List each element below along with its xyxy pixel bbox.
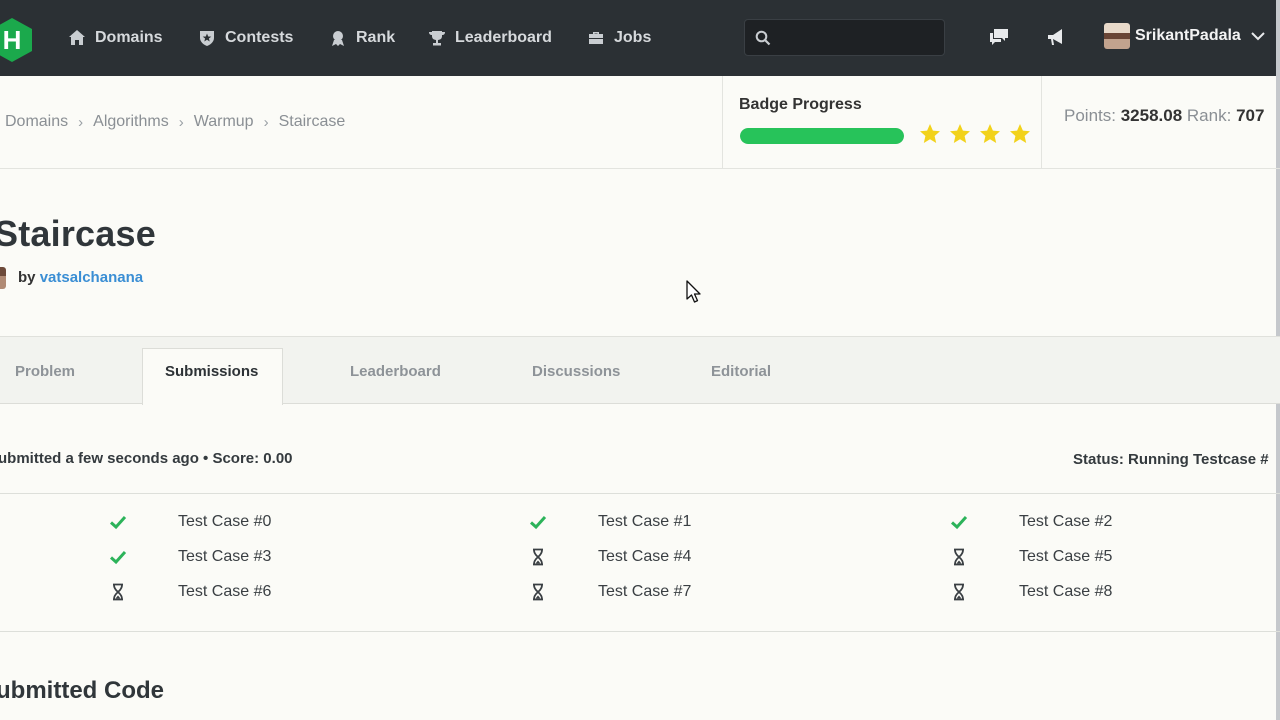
user-avatar[interactable] xyxy=(1104,23,1130,49)
hourglass-icon xyxy=(954,548,964,566)
test-case-label: Test Case #2 xyxy=(1019,513,1113,530)
logo-letter: H xyxy=(3,25,22,55)
nav-domains-label: Domains xyxy=(95,29,163,46)
rank-label: Rank: xyxy=(1186,106,1232,125)
breadcrumb-algorithms[interactable]: Algorithms xyxy=(93,113,169,131)
badge-progress-bar xyxy=(740,128,904,144)
search-icon xyxy=(755,30,771,46)
username[interactable]: SrikantPadala xyxy=(1135,27,1241,45)
points-label: Points: xyxy=(1064,106,1116,125)
nav-leaderboard-label: Leaderboard xyxy=(455,29,552,46)
divider xyxy=(0,493,1280,494)
nav-jobs[interactable]: Jobs xyxy=(587,0,651,76)
nav-leaderboard[interactable]: Leaderboard xyxy=(428,0,552,76)
test-case-label: Test Case #5 xyxy=(1019,548,1113,565)
nav-contests-label: Contests xyxy=(225,29,294,46)
star-icon xyxy=(980,124,1000,143)
nav-jobs-label: Jobs xyxy=(614,29,652,46)
checkmark-icon xyxy=(529,515,547,530)
briefcase-icon xyxy=(589,32,603,44)
star-icon xyxy=(1010,124,1030,143)
submission-meta: ubmitted a few seconds ago • Score: 0.00 xyxy=(0,450,293,467)
badge-progress-fill xyxy=(740,128,904,144)
test-case-label: Test Case #7 xyxy=(598,583,692,600)
author-link[interactable]: vatsalchanana xyxy=(40,269,143,286)
checkmark-icon xyxy=(950,515,968,530)
breadcrumb-staircase: Staircase xyxy=(278,113,346,130)
rank-value: 707 xyxy=(1236,106,1265,125)
top-navbar: H Domains Contests Rank Leaderboard Jobs… xyxy=(0,0,1280,76)
messages-icon[interactable] xyxy=(988,26,1010,48)
search-input[interactable] xyxy=(781,26,937,50)
badge-stars xyxy=(918,122,1032,146)
home-icon xyxy=(69,30,85,45)
trophy-icon xyxy=(429,31,445,46)
notifications-megaphone-icon[interactable] xyxy=(1045,26,1067,48)
test-case-label: Test Case #6 xyxy=(178,583,272,600)
test-case-label: Test Case #3 xyxy=(178,548,272,565)
breadcrumb: Domains › Algorithms › Warmup › Staircas… xyxy=(5,113,345,131)
search-box[interactable] xyxy=(744,19,945,56)
test-case-label: Test Case #0 xyxy=(178,513,272,530)
mouse-cursor-icon xyxy=(686,280,701,303)
divider xyxy=(0,631,1280,632)
test-case-label: Test Case #8 xyxy=(1019,583,1113,600)
nav-domains[interactable]: Domains xyxy=(68,0,163,76)
page-title: Staircase xyxy=(0,213,156,254)
tab-editorial[interactable]: Editorial xyxy=(711,363,771,380)
shield-star-icon xyxy=(200,31,214,46)
submitted-code-heading: ubmitted Code xyxy=(0,677,164,704)
medal-icon xyxy=(332,31,344,46)
author-line: by vatsalchanana xyxy=(18,269,143,286)
points-rank: Points: 3258.08 Rank: 707 xyxy=(1064,106,1264,126)
author-avatar xyxy=(0,267,6,289)
by-label: by xyxy=(18,269,36,286)
breadcrumb-separator-icon: › xyxy=(263,113,269,131)
tab-submissions[interactable]: Submissions xyxy=(165,363,258,380)
badge-progress-title: Badge Progress xyxy=(739,96,862,113)
star-icon xyxy=(920,124,940,143)
nav-contests[interactable]: Contests xyxy=(198,0,293,76)
test-case-label: Test Case #4 xyxy=(598,548,692,565)
breadcrumb-warmup[interactable]: Warmup xyxy=(194,113,254,131)
checkmark-icon xyxy=(109,550,127,565)
tab-discussions[interactable]: Discussions xyxy=(532,363,620,380)
points-value: 3258.08 xyxy=(1120,106,1183,125)
nav-rank-label: Rank xyxy=(356,29,396,46)
checkmark-icon xyxy=(109,515,127,530)
chevron-down-icon[interactable] xyxy=(1251,30,1265,42)
test-case-label: Test Case #1 xyxy=(598,513,692,530)
hourglass-icon xyxy=(113,583,123,601)
tab-leaderboard[interactable]: Leaderboard xyxy=(350,363,441,380)
hourglass-icon xyxy=(533,583,543,601)
hourglass-icon xyxy=(533,548,543,566)
submission-status: Status: Running Testcase # xyxy=(1073,451,1269,468)
breadcrumb-separator-icon: › xyxy=(178,113,184,131)
hourglass-icon xyxy=(954,583,964,601)
star-icon xyxy=(950,124,970,143)
breadcrumb-separator-icon: › xyxy=(78,113,84,131)
hackerrank-logo-icon[interactable]: H xyxy=(0,16,36,64)
nav-rank[interactable]: Rank xyxy=(329,0,395,76)
tab-problem[interactable]: Problem xyxy=(15,363,75,380)
breadcrumb-domains[interactable]: Domains xyxy=(5,113,68,131)
